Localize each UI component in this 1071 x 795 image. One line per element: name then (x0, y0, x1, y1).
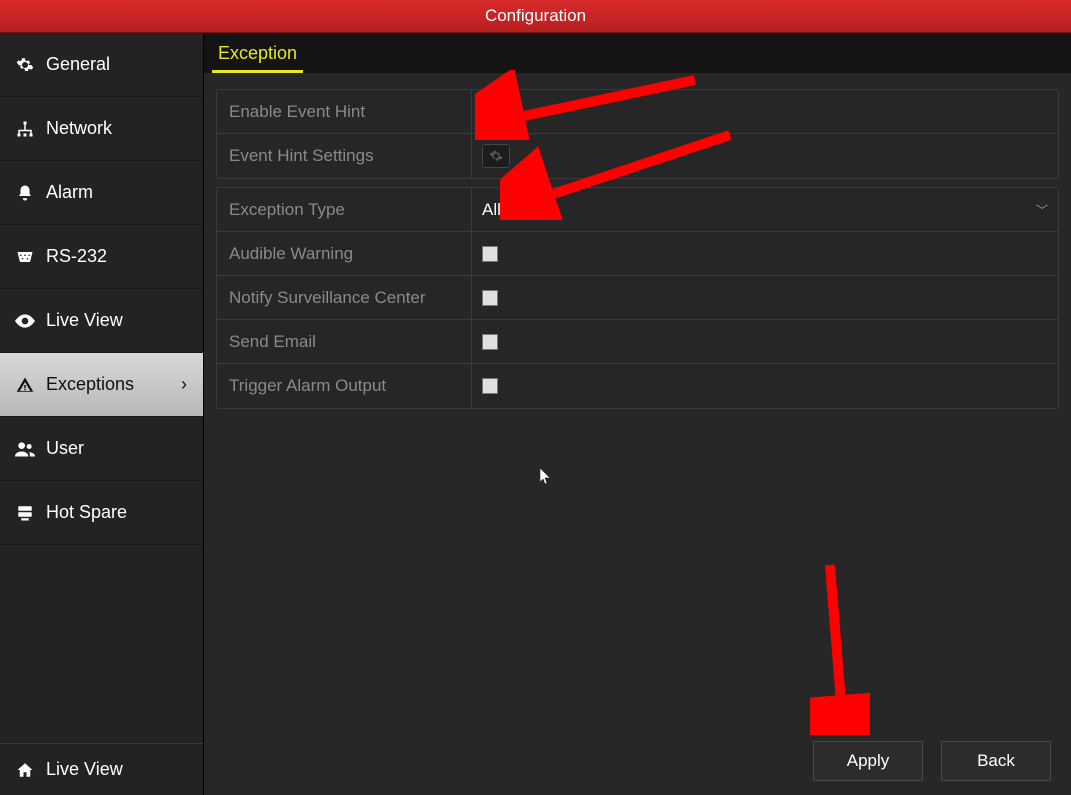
form-block-event-hint: Enable Event Hint Event Hint Settings (216, 89, 1059, 179)
chevron-right-icon: › (181, 374, 187, 395)
label-notify-surveillance-center: Notify Surveillance Center (217, 276, 472, 319)
sidebar-item-label: Network (46, 118, 112, 139)
label-enable-event-hint: Enable Event Hint (217, 90, 472, 133)
eye-icon (14, 310, 36, 332)
label-exception-type: Exception Type (217, 188, 472, 231)
sidebar-item-label: RS-232 (46, 246, 107, 267)
back-button[interactable]: Back (941, 741, 1051, 781)
sidebar-item-general[interactable]: General (0, 33, 203, 97)
hotspare-icon (14, 502, 36, 524)
event-hint-settings-button[interactable] (482, 144, 510, 168)
sidebar-item-hotspare[interactable]: Hot Spare (0, 481, 203, 545)
sidebar-item-liveview[interactable]: Live View (0, 289, 203, 353)
label-event-hint-settings: Event Hint Settings (217, 134, 472, 178)
main: Exception Enable Event Hint Event Hint S… (204, 33, 1071, 795)
sidebar-item-rs232[interactable]: RS-232 (0, 225, 203, 289)
sidebar-item-exceptions[interactable]: Exceptions › (0, 353, 203, 417)
sidebar-item-alarm[interactable]: Alarm (0, 161, 203, 225)
checkbox-trigger-alarm-output[interactable] (482, 378, 498, 394)
warning-icon (14, 374, 36, 396)
checkbox-notify-surveillance-center[interactable] (482, 290, 498, 306)
select-value: All (482, 200, 501, 220)
sidebar-item-user[interactable]: User (0, 417, 203, 481)
form-block-exception: Exception Type All ﹀ Audible Warning Not… (216, 187, 1059, 409)
label-audible-warning: Audible Warning (217, 232, 472, 275)
tab-exception[interactable]: Exception (212, 35, 303, 73)
sidebar-bottom-label: Live View (46, 759, 123, 780)
apply-button[interactable]: Apply (813, 741, 923, 781)
checkbox-audible-warning[interactable] (482, 246, 498, 262)
titlebar: Configuration (0, 0, 1071, 33)
select-exception-type[interactable]: All ﹀ (482, 188, 1058, 231)
checkbox-send-email[interactable] (482, 334, 498, 350)
sidebar-item-label: Alarm (46, 182, 93, 203)
tabbar: Exception (204, 33, 1071, 73)
chevron-down-icon: ﹀ (1036, 201, 1048, 218)
sidebar-item-label: Hot Spare (46, 502, 127, 523)
page-title: Configuration (485, 6, 586, 26)
home-icon (14, 759, 36, 781)
label-trigger-alarm-output: Trigger Alarm Output (217, 364, 472, 408)
sidebar-item-label: Live View (46, 310, 123, 331)
sidebar-item-label: User (46, 438, 84, 459)
sidebar-item-label: General (46, 54, 110, 75)
sidebar: General Network Alarm RS-232 (0, 33, 204, 795)
bell-icon (14, 182, 36, 204)
gear-icon (14, 54, 36, 76)
sidebar-item-network[interactable]: Network (0, 97, 203, 161)
sidebar-item-label: Exceptions (46, 374, 134, 395)
checkbox-enable-event-hint[interactable] (482, 104, 498, 120)
label-send-email: Send Email (217, 320, 472, 363)
network-icon (14, 118, 36, 140)
sidebar-bottom-liveview[interactable]: Live View (0, 743, 203, 795)
users-icon (14, 438, 36, 460)
gear-icon (489, 149, 503, 163)
serial-icon (14, 246, 36, 268)
